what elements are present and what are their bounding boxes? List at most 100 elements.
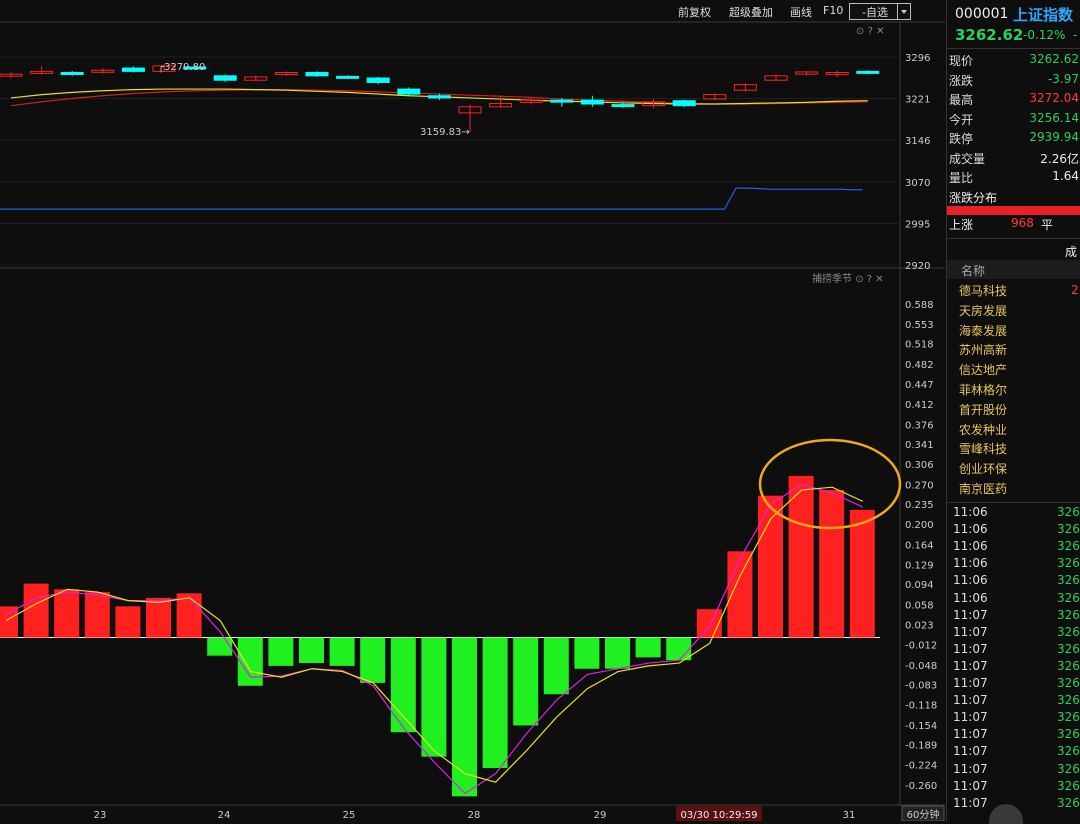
- histogram-bar: [758, 495, 783, 638]
- quote-row: 最高 3272.04: [949, 91, 1080, 110]
- tick-time: 11:07: [953, 778, 988, 793]
- indicator-axis-label: 0.588: [905, 300, 934, 311]
- quote-key: 跌停: [949, 132, 974, 146]
- candle-body: [550, 99, 574, 103]
- price-axis-label: 3296: [905, 53, 930, 64]
- stock-name: 上证指数: [1013, 6, 1074, 24]
- tick-price: 3262: [1057, 505, 1080, 519]
- histogram-bar: [574, 637, 600, 669]
- stock-list-item[interactable]: 南京医药: [959, 480, 1007, 497]
- indicator-axis-label: 0.412: [905, 400, 934, 411]
- quote-key: 现价: [949, 54, 974, 68]
- quote-value: 1.64: [1052, 169, 1079, 183]
- tick-price: 3261: [1057, 693, 1080, 708]
- up-count: 968: [1011, 216, 1034, 230]
- quote-value: 3256.14: [1029, 110, 1079, 125]
- indicator-axis-label: -0.189: [905, 741, 937, 752]
- column-name-header: 名称: [961, 264, 986, 278]
- stock-list-item[interactable]: 雪峰科技: [959, 440, 1007, 457]
- histogram-bar: [390, 637, 416, 733]
- tick-time: 11:07: [953, 710, 988, 725]
- histogram-bar: [696, 609, 722, 638]
- indicator-axis-label: 0.235: [905, 500, 934, 511]
- divider: [947, 502, 1080, 503]
- candle-body: [397, 88, 421, 95]
- histogram-bar: [176, 593, 202, 638]
- tick-price: 3262: [1057, 727, 1080, 742]
- candle-body: [366, 77, 390, 83]
- tick-time: 11:07: [953, 624, 988, 639]
- candle-body: [336, 75, 360, 79]
- candle-body: [672, 100, 696, 107]
- flat-label: 平: [1041, 218, 1054, 232]
- tick-price: 3261: [1057, 761, 1080, 776]
- price-axis-label: 2920: [905, 261, 930, 272]
- quote-row: 量比 1.64: [949, 169, 1080, 188]
- tick-price: 3262: [1057, 556, 1080, 571]
- histogram-bar: [0, 606, 18, 638]
- indicator-axis-label: 0.094: [905, 580, 934, 591]
- tick-price: 3262: [1057, 710, 1080, 725]
- histogram-bar: [666, 637, 692, 661]
- histogram-bar: [146, 597, 171, 638]
- stock-list-item[interactable]: 菲林格尔: [959, 381, 1007, 398]
- histogram-bar: [543, 637, 569, 695]
- indicator-axis-label: 0.518: [905, 340, 934, 351]
- tick-time: 11:06: [953, 556, 988, 571]
- chart-svg[interactable]: 3296 3221 3146 3070 2995 2920 ┌3279.80 3159.83→…: [0, 0, 945, 821]
- tick-time: 11:06: [953, 590, 988, 605]
- quote-key: 量比: [949, 171, 974, 185]
- cursor-time-label: 03/30 10:29:59: [681, 810, 758, 821]
- tick-price: 3261: [1057, 590, 1080, 605]
- histogram-bar: [360, 637, 386, 683]
- candle-body: [427, 95, 451, 99]
- tick-time: 11:07: [953, 761, 988, 776]
- x-axis-label: 24: [218, 810, 231, 821]
- tick-time: 11:07: [953, 744, 988, 759]
- price-axis-label: 3221: [905, 94, 930, 105]
- stock-list-item[interactable]: 信达地产: [959, 361, 1007, 378]
- stock-list-item[interactable]: 苏州高新: [959, 341, 1007, 358]
- x-axis-label: 25: [343, 810, 356, 821]
- histogram-bar: [84, 592, 110, 638]
- histogram-bar: [115, 606, 141, 638]
- price-axis-label: 3146: [905, 136, 930, 147]
- stock-list-item[interactable]: 首开股份: [959, 401, 1007, 418]
- candle-body: [121, 67, 145, 72]
- period-label: 60分钟: [907, 808, 940, 821]
- tick-time: 11:07: [953, 658, 988, 673]
- histogram-bar: [421, 637, 447, 757]
- quote-value: 3262.62: [1029, 52, 1079, 66]
- stock-list-item[interactable]: 海泰发展: [959, 322, 1007, 339]
- histogram-bar: [23, 583, 49, 638]
- indicator-axis-label: 0.341: [905, 440, 934, 451]
- stock-list-item[interactable]: 农发种业: [959, 421, 1007, 438]
- indicator-axis-label: -0.260: [905, 781, 937, 792]
- tick-price: 3262: [1057, 744, 1080, 759]
- chat-float-icon[interactable]: [989, 804, 1023, 824]
- divider: [947, 48, 1080, 49]
- tick-price: 3261: [1057, 676, 1080, 690]
- section-header: 成: [1065, 245, 1078, 259]
- histogram-bar: [819, 490, 845, 638]
- indicator-axis-label: 0.306: [905, 460, 934, 471]
- indicator-axis-label: 0.376: [905, 420, 934, 431]
- quote-panel: 000001 上证指数 3262.62 -0.12% - 现价 3262.62 涨跌…: [946, 0, 1080, 824]
- stock-list-item[interactable]: 天房发展: [959, 302, 1007, 319]
- tick-time: 11:07: [953, 727, 988, 742]
- x-axis-label: 28: [468, 810, 481, 821]
- tick-price: 3261: [1057, 624, 1080, 639]
- current-price: 3262.62: [955, 26, 1024, 44]
- tick-time: 11:06: [953, 505, 988, 519]
- quote-value: 2939.94: [1029, 130, 1079, 144]
- x-axis-label: 29: [594, 810, 607, 821]
- stock-list-item[interactable]: 德马科技: [959, 282, 1007, 299]
- stock-list-item[interactable]: 创业环保: [959, 460, 1007, 477]
- quote-row: 今开 3256.14: [949, 111, 1080, 130]
- divider: [947, 238, 1080, 239]
- histogram-bar: [452, 637, 477, 797]
- quote-row: 现价 3262.62: [949, 52, 1080, 71]
- indicator-axis-label: 0.164: [905, 541, 934, 552]
- indicator-axis-label: 0.270: [905, 480, 934, 491]
- histogram-bar: [329, 637, 355, 666]
